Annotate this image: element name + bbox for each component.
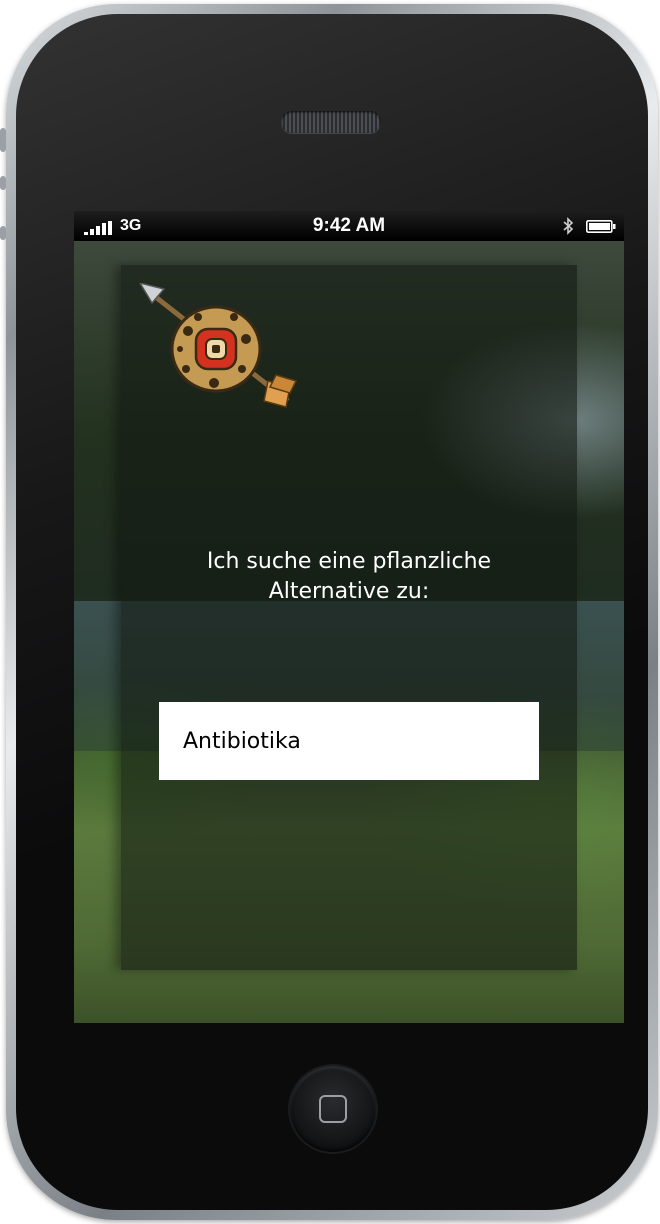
prompt-line-2: Alternative zu: — [268, 579, 430, 604]
arrow-shield-logo-icon — [139, 283, 298, 408]
mute-switch[interactable] — [0, 128, 6, 152]
status-bar: 3G 9:42 AM — [74, 211, 624, 241]
volume-down-button[interactable] — [0, 226, 6, 240]
status-time: 9:42 AM — [312, 215, 386, 236]
home-button-icon — [319, 1095, 347, 1123]
search-input[interactable] — [159, 702, 539, 780]
prompt-line-1: Ich suche eine pflanzliche — [206, 549, 492, 574]
search-prompt: Ich suche eine pflanzliche Alternative z… — [121, 547, 577, 607]
battery-icon — [586, 220, 616, 233]
bluetooth-icon — [563, 217, 574, 235]
earpiece-speaker — [281, 111, 381, 133]
volume-up-button[interactable] — [0, 176, 6, 190]
phone-screen: 3G 9:42 AM Ich suche eine pflanzliche Al… — [74, 211, 624, 1023]
home-button[interactable] — [290, 1066, 376, 1152]
